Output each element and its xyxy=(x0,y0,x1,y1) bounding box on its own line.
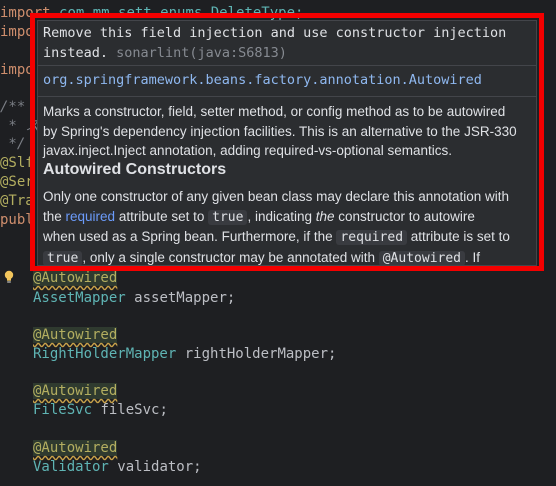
doc-line: by Spring's dependency injection facilit… xyxy=(43,123,517,139)
field-declaration: Validator validator; xyxy=(33,456,202,478)
field-declaration: AssetMapper assetMapper; xyxy=(33,287,235,309)
doc-line: when used as a Spring bean. Furthermore,… xyxy=(43,229,510,245)
inline-code: @Autowired xyxy=(378,250,466,265)
annotation-autowired[interactable]: @Autowired xyxy=(33,270,118,286)
field-type: AssetMapper xyxy=(33,290,126,306)
doc-description: Marks a constructor, field, setter metho… xyxy=(43,102,529,161)
warning-source[interactable]: sonarlint(java:S6813) xyxy=(116,45,287,61)
warning-text: instead. xyxy=(43,45,109,61)
annotation-autowired[interactable]: @Autowired xyxy=(33,383,118,399)
field-type: Validator xyxy=(33,459,109,475)
sonarlint-warning: Remove this field injection and use cons… xyxy=(43,23,528,63)
import-path: com.mm.sett.enums.DeleteType; xyxy=(59,5,304,21)
inline-code: required xyxy=(336,230,408,245)
code-line: @Autowired xyxy=(33,267,118,289)
warning-text: Remove this field injection and use cons… xyxy=(43,25,507,41)
keyword: impo xyxy=(0,62,34,78)
field-declaration: RightHolderMapper rightHolderMapper; xyxy=(33,343,336,365)
field-type: RightHolderMapper xyxy=(33,346,177,362)
doc-line: Only one constructor of any given bean c… xyxy=(43,189,510,204)
inline-code: true xyxy=(208,209,248,225)
annotation-autowired[interactable]: @Autowired xyxy=(33,440,118,456)
doc-line: javax.inject.Inject annotation, adding r… xyxy=(43,143,452,158)
code-line: impo xyxy=(0,59,34,81)
doc-line: the required attribute set to true, indi… xyxy=(43,208,475,225)
code-line: publ xyxy=(0,212,34,228)
field-name: validator; xyxy=(117,459,202,475)
divider xyxy=(38,65,536,66)
inline-code: true xyxy=(43,250,83,265)
field-type: FileSvc xyxy=(33,402,93,418)
documentation-popup[interactable]: Remove this field injection and use cons… xyxy=(37,20,537,266)
annotation-fqn[interactable]: org.springframework.beans.factory.annota… xyxy=(43,70,482,90)
doc-line: Marks a constructor, field, setter metho… xyxy=(43,104,506,119)
field-declaration: FileSvc fileSvc; xyxy=(33,399,168,421)
field-name: fileSvc; xyxy=(100,402,168,418)
code-line: impo xyxy=(0,21,34,43)
annotation-autowired[interactable]: @Autowired xyxy=(33,327,118,343)
doc-paragraph: Only one constructor of any given bean c… xyxy=(43,187,529,265)
required-link[interactable]: required xyxy=(66,209,116,224)
keyword: impo xyxy=(0,24,34,40)
doc-line: true, only a single constructor may be a… xyxy=(43,248,529,265)
divider xyxy=(38,96,536,97)
keyword: import xyxy=(0,5,51,21)
field-name: rightHolderMapper; xyxy=(184,346,337,362)
field-name: assetMapper; xyxy=(134,290,236,306)
lightbulb-icon[interactable] xyxy=(4,270,14,284)
doc-heading: Autowired Constructors xyxy=(43,161,227,178)
